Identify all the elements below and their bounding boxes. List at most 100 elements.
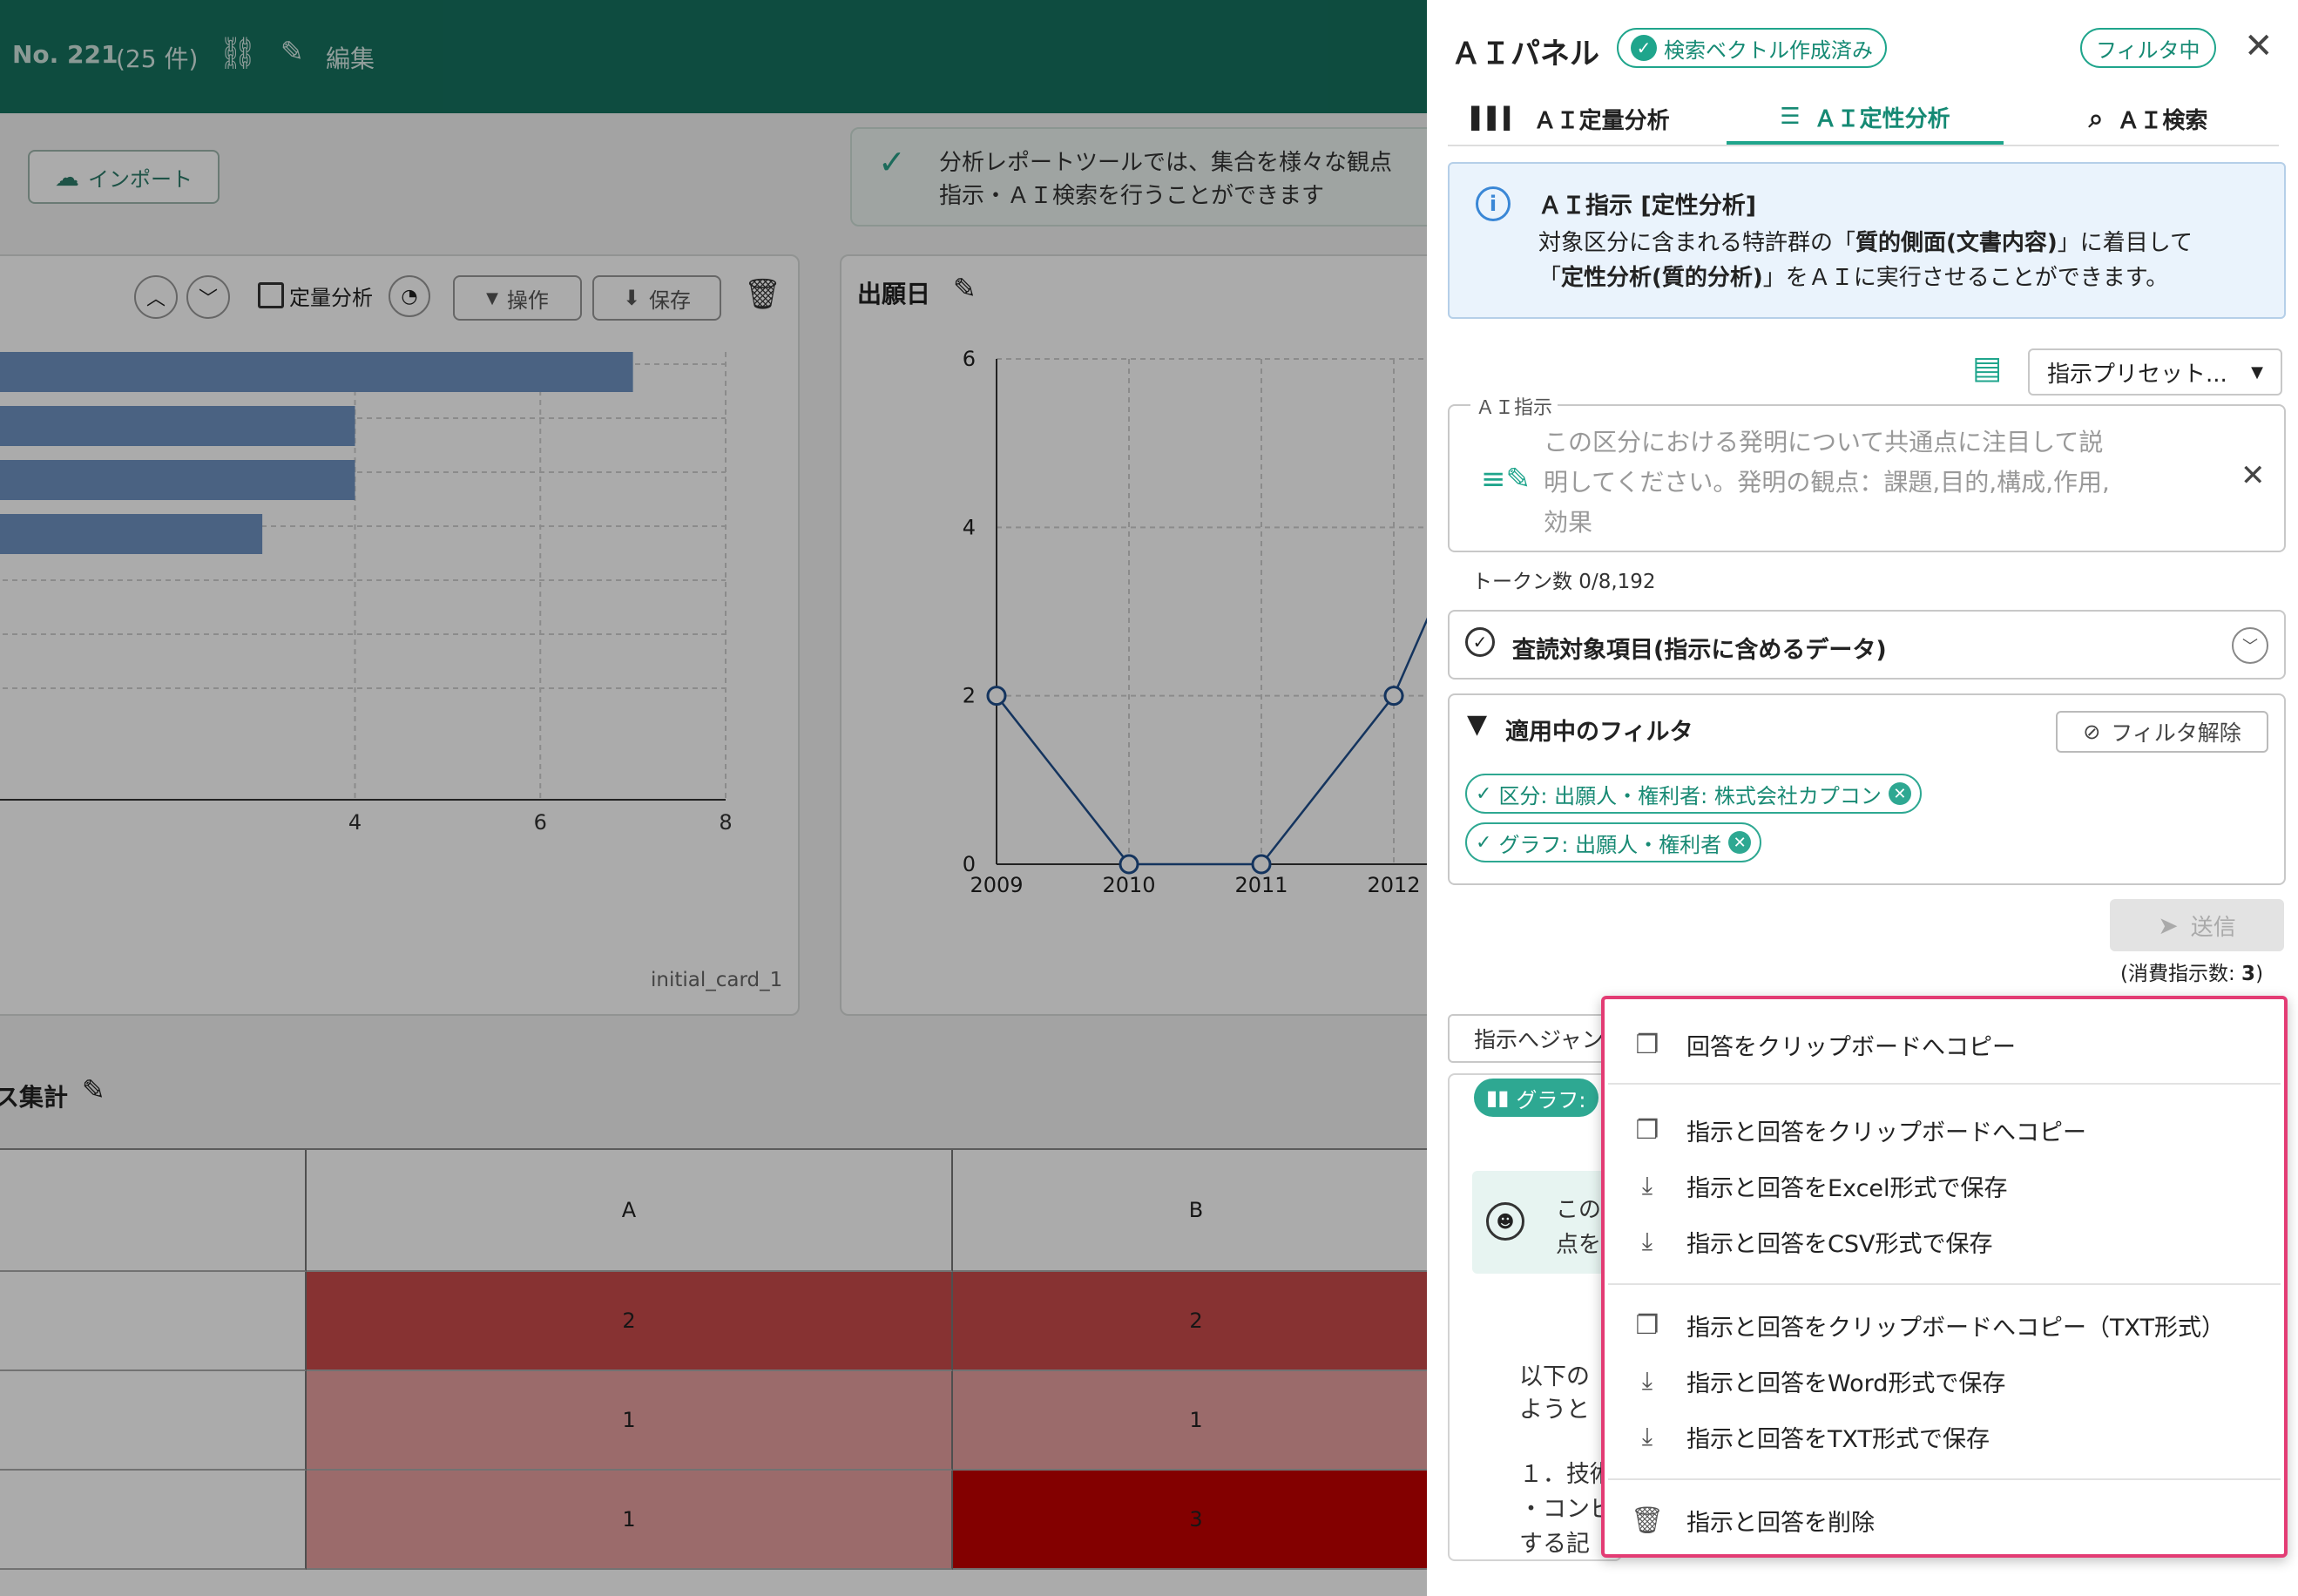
menu-item-copy-answer[interactable]: ❐ 回答をクリップボードへコピー xyxy=(1608,1017,2281,1072)
download-icon: ⤓ xyxy=(1641,1422,1653,1451)
tab-label: ＡＩ定量分析 xyxy=(1533,107,1670,134)
review-items-accordion[interactable]: ✓ 査読対象項目(指示に含めるデータ) ﹀ xyxy=(1448,610,2286,680)
instruction-placeholder-3: 効果 xyxy=(1544,508,1593,537)
clear-filter-button[interactable]: ⊘ フィルタ解除 xyxy=(2056,711,2268,753)
menu-item-label: 指示と回答をクリップボードへコピー（TXT形式） xyxy=(1686,1314,2226,1342)
instruction-placeholder-1: この区分における発明について共通点に注目して説 xyxy=(1544,428,2104,456)
info-text: 」をＡＩに実行させることができます。 xyxy=(1762,265,2169,291)
tab-label: ＡＩ検索 xyxy=(2117,107,2208,134)
send-icon: ➤ xyxy=(2158,910,2179,940)
menu-item-label: 指示と回答をクリップボードへコピー xyxy=(1686,1119,2086,1146)
download-icon: ⤓ xyxy=(1641,1171,1653,1200)
answer-card: ▮▮ グラフ: ☻ この 点を 以下の ようと １．技術 ・コンビ する記 xyxy=(1448,1073,1622,1561)
filter-active-badge: フィルタ中 xyxy=(2080,28,2216,68)
download-icon: ⤓ xyxy=(1641,1227,1653,1255)
check-circle-icon: ✓ xyxy=(1476,831,1492,854)
info-text: 「 xyxy=(1538,265,1562,291)
tab-ai-qualitative[interactable]: ☰ ＡＩ定性分析 xyxy=(1727,92,2004,145)
search-icon: ⌕ xyxy=(2088,103,2104,134)
active-filter-box: ▼ 適用中のフィルタ ⊘ フィルタ解除 ✓ 区分: 出願人・権利者: 株式会社カ… xyxy=(1448,693,2286,885)
menu-item-label: 指示と回答をTXT形式で保存 xyxy=(1686,1425,1990,1453)
info-emphasis: 質的側面(文書内容) xyxy=(1855,230,2058,256)
send-button[interactable]: ➤ 送信 xyxy=(2110,899,2284,951)
review-items-label: 査読対象項目(指示に含めるデータ) xyxy=(1512,637,1887,664)
copy-icon: ❐ xyxy=(1635,1309,1659,1341)
filter-chip-label: グラフ: 出願人・権利者 xyxy=(1498,832,1722,857)
check-circle-icon: ✓ xyxy=(1476,782,1492,805)
panel-title: ＡＩパネル xyxy=(1451,37,1599,71)
copy-icon: ❐ xyxy=(1635,1114,1659,1146)
partial-text: 以下の xyxy=(1519,1363,1590,1390)
info-box: i ＡＩ指示 [定性分析] 対象区分に含まれる特許群の「質的側面(文書内容)」に… xyxy=(1448,162,2286,319)
filter-chip[interactable]: ✓ 区分: 出願人・権利者: 株式会社カプコン ✕ xyxy=(1465,774,1922,814)
filter-chip[interactable]: ✓ グラフ: 出願人・権利者 ✕ xyxy=(1465,822,1762,862)
vector-created-badge: ✓ 検索ベクトル作成済み xyxy=(1617,28,1887,68)
jump-to-instruction-button[interactable]: 指示へジャン xyxy=(1448,1014,1622,1063)
check-circle-icon: ✓ xyxy=(1631,35,1657,61)
menu-item-save-txt[interactable]: ⤓ 指示と回答をTXT形式で保存 xyxy=(1608,1409,2281,1464)
consumption-text: (消費指示数: xyxy=(2120,963,2242,985)
download-icon: ⤓ xyxy=(1641,1366,1653,1395)
partial-text: ・コンビ xyxy=(1519,1496,1613,1523)
remove-chip-icon[interactable]: ✕ xyxy=(1888,782,1911,805)
remove-chip-icon[interactable]: ✕ xyxy=(1728,831,1752,854)
tab-ai-quant[interactable]: ▌▌▍ ＡＩ定量分析 xyxy=(1436,92,1706,145)
preset-dropdown[interactable]: 指示プリセット... ▼ xyxy=(2028,348,2282,396)
partial-text: 点を xyxy=(1556,1232,1602,1258)
background-page: No. 221 (25 件) ⛓ ✎ 編集 ☁ インポート ✓ 分析レポートツー… xyxy=(0,0,1427,1596)
partial-text: この xyxy=(1556,1197,1602,1223)
consumption-number: 3 xyxy=(2241,963,2256,985)
menu-item-label: 指示と回答をWord形式で保存 xyxy=(1686,1369,2006,1397)
instruction-bubble: ☻ この 点を xyxy=(1472,1171,1620,1274)
menu-item-label: 指示と回答をExcel形式で保存 xyxy=(1686,1174,2008,1202)
menu-item-save-word[interactable]: ⤓ 指示と回答をWord形式で保存 xyxy=(1608,1353,2281,1409)
menu-item-delete[interactable]: 🗑 指示と回答を削除 xyxy=(1608,1492,2281,1548)
preset-list-icon[interactable]: ▤ xyxy=(1972,350,2002,386)
menu-item-label: 指示と回答を削除 xyxy=(1686,1509,1875,1537)
menu-item-copy-txt[interactable]: ❐ 指示と回答をクリップボードへコピー（TXT形式） xyxy=(1608,1297,2281,1353)
bar-chart-icon: ▮▮ xyxy=(1486,1085,1510,1110)
menu-item-label: 回答をクリップボードへコピー xyxy=(1686,1033,2016,1061)
tab-label: ＡＩ定性分析 xyxy=(1814,105,1950,132)
info-line-1: 対象区分に含まれる特許群の「質的側面(文書内容)」に着目して xyxy=(1538,225,2193,257)
tab-ai-search[interactable]: ⌕ ＡＩ検索 xyxy=(2009,92,2288,145)
token-count: トークン数 0/8,192 xyxy=(1472,571,1656,593)
menu-item-copy-both[interactable]: ❐ 指示と回答をクリップボードへコピー xyxy=(1608,1102,2281,1158)
close-icon[interactable]: ✕ xyxy=(2244,26,2274,66)
vector-badge-label: 検索ベクトル作成済み xyxy=(1664,37,1873,63)
info-line-2: 「定性分析(質的分析)」をＡＩに実行させることができます。 xyxy=(1538,260,2168,292)
copy-icon: ❐ xyxy=(1635,1029,1659,1060)
bar-chart-icon: ▌▌▍ xyxy=(1471,106,1520,131)
send-label: 送信 xyxy=(2190,914,2236,941)
graph-tag: ▮▮ グラフ: xyxy=(1474,1079,1598,1117)
trash-icon: 🗑 xyxy=(1630,1505,1665,1536)
menu-divider xyxy=(1608,1478,2281,1480)
filter-off-icon: ⊘ xyxy=(2083,720,2101,744)
filter-chip-label: 区分: 出願人・権利者: 株式会社カプコン xyxy=(1498,783,1882,808)
clear-icon[interactable]: ✕ xyxy=(2241,458,2266,493)
modal-overlay[interactable] xyxy=(0,0,1427,1596)
tab-divider xyxy=(1448,145,2279,146)
menu-item-save-excel[interactable]: ⤓ 指示と回答をExcel形式で保存 xyxy=(1608,1158,2281,1214)
instruction-field[interactable]: ＡＩ指示 ≡✎ この区分における発明について共通点に注目して説 明してください。… xyxy=(1448,392,2286,552)
expand-icon[interactable]: ﹀ xyxy=(2232,627,2268,664)
graph-tag-label: グラフ: xyxy=(1516,1087,1586,1112)
info-emphasis: 定性分析(質的分析) xyxy=(1561,265,1763,291)
info-text: 」に着目して xyxy=(2057,230,2193,256)
consumption-count: (消費指示数: 3) xyxy=(2120,957,2263,986)
filter-badge-label: フィルタ中 xyxy=(2096,37,2200,63)
check-circle-icon: ✓ xyxy=(1465,627,1495,657)
menu-divider xyxy=(1608,1083,2281,1085)
menu-item-save-csv[interactable]: ⤓ 指示と回答をCSV形式で保存 xyxy=(1608,1214,2281,1269)
list-icon: ☰ xyxy=(1780,104,1801,130)
info-title: ＡＩ指示 [定性分析] xyxy=(1538,193,1757,220)
menu-item-label: 指示と回答をCSV形式で保存 xyxy=(1686,1230,1993,1258)
answer-context-menu: ❐ 回答をクリップボードへコピー ❐ 指示と回答をクリップボードへコピー ⤓ 指… xyxy=(1601,996,2288,1558)
partial-text: する記 xyxy=(1519,1531,1590,1558)
instruction-label: ＡＩ指示 xyxy=(1470,392,1558,420)
edit-note-icon: ≡✎ xyxy=(1481,462,1531,497)
jump-label: 指示へジャン xyxy=(1474,1027,1604,1052)
clear-filter-label: フィルタ解除 xyxy=(2111,720,2241,746)
info-text: 対象区分に含まれる特許群の「 xyxy=(1538,230,1856,256)
info-icon: i xyxy=(1476,186,1511,221)
